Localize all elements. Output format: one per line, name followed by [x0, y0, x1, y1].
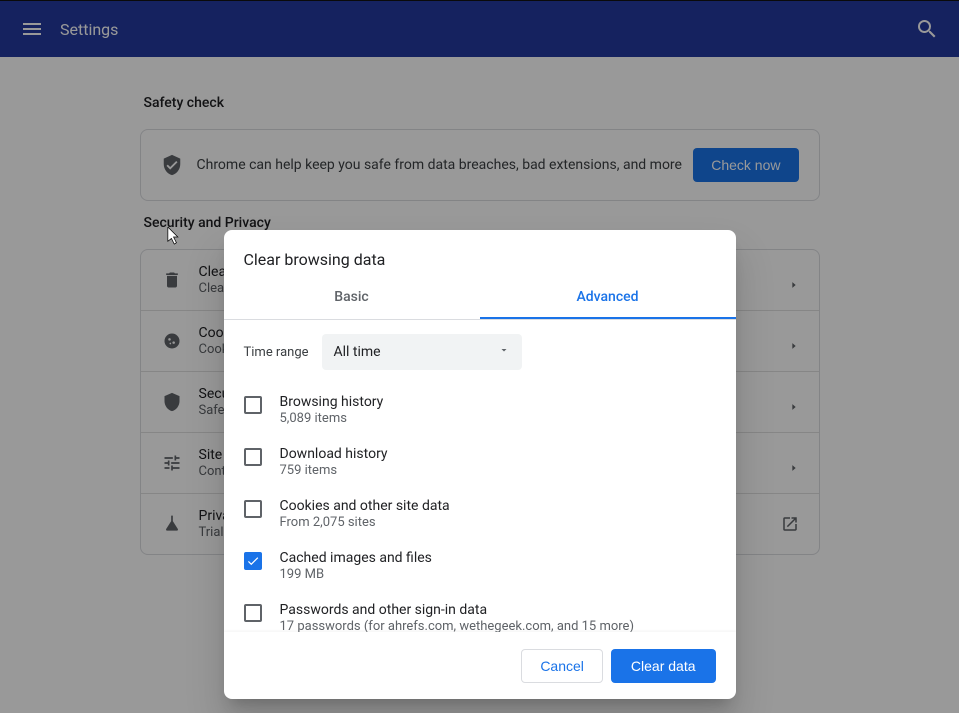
checkbox[interactable] — [244, 500, 262, 518]
clear-data-dialog: Clear browsing data Basic Advanced Time … — [224, 230, 736, 699]
clear-data-button[interactable]: Clear data — [611, 649, 716, 683]
check-title: Cookies and other site data — [280, 498, 716, 514]
check-title: Passwords and other sign-in data — [280, 602, 716, 618]
checkbox[interactable] — [244, 552, 262, 570]
dialog-footer: Cancel Clear data — [224, 632, 736, 699]
checkbox[interactable] — [244, 448, 262, 466]
tab-advanced[interactable]: Advanced — [480, 277, 736, 319]
cancel-button[interactable]: Cancel — [521, 649, 603, 683]
check-sub: 5,089 items — [280, 411, 716, 426]
time-range-select[interactable]: All time — [322, 334, 522, 370]
time-range-row: Time range All time — [224, 320, 736, 384]
dialog-body[interactable]: Time range All time Browsing history5,08… — [224, 320, 736, 632]
modal-overlay[interactable]: Clear browsing data Basic Advanced Time … — [0, 0, 959, 713]
check-sub: 17 passwords (for ahrefs.com, wethegeek.… — [280, 619, 716, 632]
checkbox[interactable] — [244, 396, 262, 414]
check-row[interactable]: Cookies and other site dataFrom 2,075 si… — [224, 488, 736, 540]
check-row[interactable]: Cached images and files199 MB — [224, 540, 736, 592]
time-range-value: All time — [334, 344, 381, 360]
check-title: Cached images and files — [280, 550, 716, 566]
checkbox[interactable] — [244, 604, 262, 622]
time-range-label: Time range — [244, 345, 322, 360]
check-sub: 199 MB — [280, 567, 716, 582]
check-title: Download history — [280, 446, 716, 462]
check-title: Browsing history — [280, 394, 716, 410]
tab-basic[interactable]: Basic — [224, 277, 480, 319]
check-row[interactable]: Browsing history5,089 items — [224, 384, 736, 436]
dialog-tabs: Basic Advanced — [224, 277, 736, 320]
dialog-title: Clear browsing data — [224, 230, 736, 277]
check-sub: From 2,075 sites — [280, 515, 716, 530]
dropdown-arrow-icon — [498, 344, 510, 360]
check-sub: 759 items — [280, 463, 716, 478]
check-row[interactable]: Download history759 items — [224, 436, 736, 488]
check-row[interactable]: Passwords and other sign-in data17 passw… — [224, 592, 736, 632]
